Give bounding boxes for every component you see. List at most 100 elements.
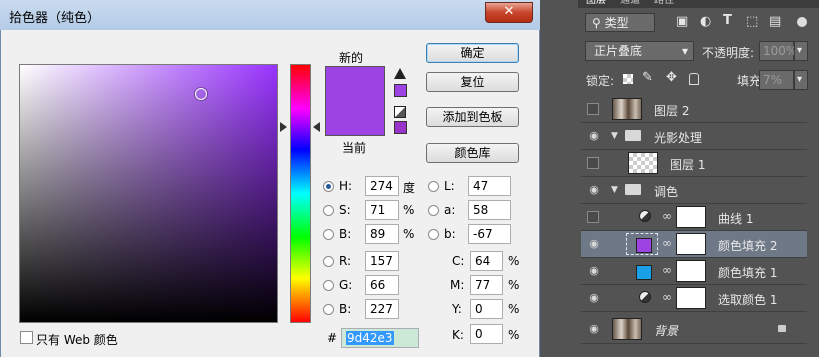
type-filter-icon[interactable]: T: [723, 13, 732, 28]
pixel-filter-icon[interactable]: ▣: [676, 14, 688, 29]
layer-mask-thumbnail[interactable]: [676, 260, 706, 282]
label-k: K:: [452, 328, 464, 342]
layer-row-group-lighting[interactable]: ◉ ▼ 光影处理: [581, 123, 807, 150]
layer-filter-dropdown[interactable]: ⚲ 类型: [585, 13, 655, 32]
filter-toggle-icon[interactable]: [797, 17, 807, 27]
input-h[interactable]: 274: [365, 176, 399, 196]
reset-button[interactable]: 复位: [426, 72, 519, 92]
layer-name[interactable]: 颜色填充 2: [718, 237, 777, 254]
input-a[interactable]: 58: [468, 200, 511, 220]
link-chain-icon[interactable]: ∞: [662, 290, 672, 304]
adjustment-layer-icon: [639, 291, 651, 303]
tab-channels[interactable]: 通道: [620, 0, 640, 8]
fill-color-swatch[interactable]: [636, 265, 652, 280]
input-g[interactable]: 66: [365, 275, 399, 295]
expand-arrow-icon[interactable]: ▼: [611, 131, 618, 141]
input-brightness[interactable]: 89: [365, 224, 399, 244]
blend-mode-dropdown[interactable]: 正片叠底 ▾: [585, 41, 694, 61]
input-r[interactable]: 157: [365, 251, 399, 271]
radio-lab-b[interactable]: [428, 229, 439, 240]
eye-icon[interactable]: ◉: [587, 322, 601, 336]
opacity-input[interactable]: 100%: [759, 41, 797, 61]
tab-paths[interactable]: 路径: [654, 0, 674, 8]
layer-name[interactable]: 颜色填充 1: [718, 264, 777, 281]
radio-g[interactable]: [323, 280, 334, 291]
gamut-color-chip[interactable]: [394, 84, 407, 97]
layer-mask-thumbnail[interactable]: [676, 206, 706, 228]
expand-arrow-icon[interactable]: ▼: [611, 185, 618, 195]
smart-object-filter-icon[interactable]: ▤: [769, 14, 781, 29]
layer-row-selective-color-1[interactable]: ◉ ∞ 选取颜色 1: [581, 285, 807, 312]
input-lab-b[interactable]: -67: [468, 224, 511, 244]
fill-dropdown-button[interactable]: ▾: [794, 70, 808, 90]
eye-icon[interactable]: ◉: [587, 129, 601, 143]
layer-name[interactable]: 图层 1: [670, 156, 705, 173]
layer-row-layer-2[interactable]: 图层 2: [581, 96, 807, 123]
layer-thumbnail: [612, 98, 642, 120]
input-c[interactable]: 64: [470, 251, 503, 271]
add-to-swatches-button[interactable]: 添加到色板: [426, 107, 519, 127]
eye-icon[interactable]: ◉: [587, 237, 601, 251]
web-safe-color-chip[interactable]: [394, 121, 407, 134]
layer-row-group-grading[interactable]: ◉ ▼ 调色: [581, 177, 807, 204]
radio-h[interactable]: [323, 181, 334, 192]
radio-s[interactable]: [323, 205, 334, 216]
link-chain-icon[interactable]: ∞: [662, 209, 672, 223]
tab-layers[interactable]: 图层: [586, 0, 606, 8]
eye-icon[interactable]: ◉: [587, 183, 601, 197]
shape-filter-icon[interactable]: ⬚: [746, 14, 758, 29]
visibility-toggle[interactable]: [587, 157, 599, 169]
link-chain-icon[interactable]: ∞: [662, 263, 672, 277]
link-chain-icon[interactable]: ∞: [662, 236, 672, 250]
lock-pixels-brush-icon[interactable]: ✎: [642, 70, 653, 85]
fill-input[interactable]: 7%: [759, 70, 794, 90]
fill-color-swatch[interactable]: [636, 238, 652, 253]
lock-transparency-icon[interactable]: [623, 74, 633, 84]
layer-row-curves-1[interactable]: ∞ 曲线 1: [581, 204, 807, 231]
visibility-toggle[interactable]: [587, 211, 599, 223]
gamut-warning-icon[interactable]: [394, 68, 406, 79]
color-field-marker[interactable]: [195, 88, 207, 100]
layer-name[interactable]: 调色: [654, 183, 678, 200]
radio-brightness[interactable]: [323, 229, 334, 240]
layer-row-color-fill-2[interactable]: ◉ ∞ 颜色填充 2: [581, 231, 807, 258]
eye-icon[interactable]: ◉: [587, 264, 601, 278]
lock-all-icon[interactable]: [689, 73, 699, 85]
input-y[interactable]: 0: [470, 299, 503, 319]
hue-slider-right-arrow[interactable]: [313, 122, 320, 132]
layer-row-color-fill-1[interactable]: ◉ ∞ 颜色填充 1: [581, 258, 807, 285]
web-safe-cube-icon[interactable]: [394, 106, 406, 118]
ok-button[interactable]: 确定: [426, 43, 519, 63]
input-m[interactable]: 77: [470, 275, 503, 295]
opacity-dropdown-button[interactable]: ▾: [794, 41, 808, 61]
layer-name[interactable]: 背景: [654, 322, 678, 339]
radio-a[interactable]: [428, 205, 439, 216]
layer-row-background[interactable]: ◉ 背景: [581, 316, 807, 344]
layer-row-layer-1[interactable]: 图层 1: [581, 150, 807, 177]
input-s[interactable]: 71: [365, 200, 399, 220]
radio-l[interactable]: [428, 181, 439, 192]
layer-name[interactable]: 图层 2: [654, 102, 689, 119]
adjustment-filter-icon[interactable]: ◐: [700, 14, 711, 29]
layer-mask-thumbnail[interactable]: [676, 233, 706, 255]
web-only-checkbox[interactable]: [20, 331, 33, 344]
layer-mask-thumbnail[interactable]: [676, 287, 706, 309]
layer-name[interactable]: 光影处理: [654, 129, 702, 146]
layer-name[interactable]: 曲线 1: [718, 210, 753, 227]
close-button[interactable]: ✕: [485, 2, 533, 23]
current-color-swatch[interactable]: [326, 101, 384, 135]
radio-blue[interactable]: [323, 304, 334, 315]
radio-r[interactable]: [323, 256, 334, 267]
saturation-brightness-field[interactable]: [19, 64, 278, 323]
hue-slider-left-arrow[interactable]: [280, 122, 287, 132]
input-blue[interactable]: 227: [365, 299, 399, 319]
visibility-toggle[interactable]: [587, 103, 599, 115]
eye-icon[interactable]: ◉: [587, 291, 601, 305]
hue-slider[interactable]: [290, 64, 311, 323]
lock-position-move-icon[interactable]: ✥: [666, 70, 677, 85]
input-k[interactable]: 0: [470, 324, 503, 344]
layer-name[interactable]: 选取颜色 1: [718, 291, 777, 308]
input-l[interactable]: 47: [468, 176, 511, 196]
hex-input[interactable]: 9d42e3: [341, 328, 419, 348]
color-libraries-button[interactable]: 颜色库: [426, 143, 519, 163]
